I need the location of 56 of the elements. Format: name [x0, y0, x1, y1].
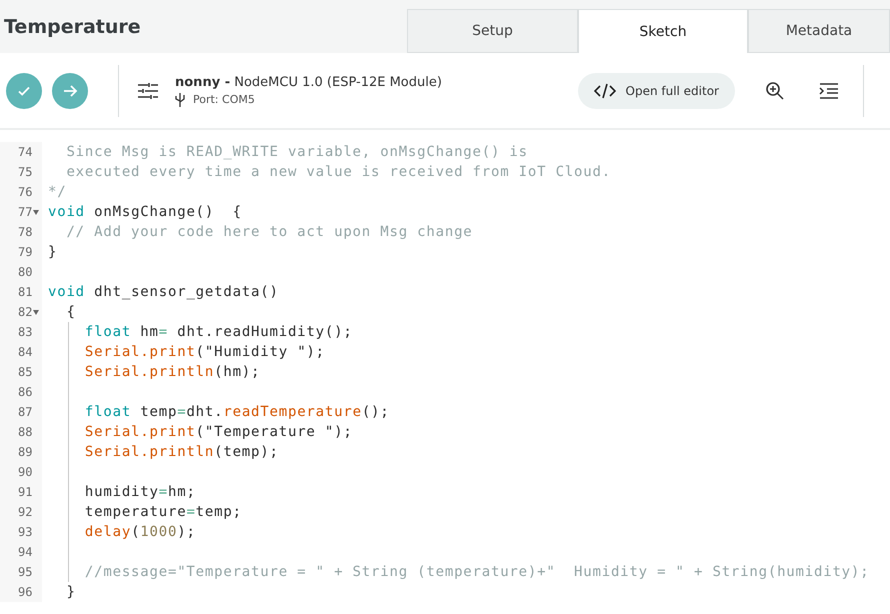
fold-caret-icon[interactable] — [33, 210, 40, 214]
code-line: temperature=temp; — [84, 504, 242, 520]
code-line: //message="Temperature = " + String (temperature)+" Humidity = " + String(humidity); — [84, 564, 870, 580]
code-line: */ — [48, 184, 66, 200]
code-line: executed every time a new value is received from IoT Cloud. — [65, 164, 611, 180]
code-line: // Add your code here to act upon Msg change — [65, 224, 473, 240]
line-number: 84 — [18, 344, 32, 361]
fold-caret-icon[interactable] — [33, 310, 40, 314]
code-line: Since Msg is READ_WRITE variable, onMsgChange() is — [65, 144, 528, 160]
line-number: 74 — [18, 144, 32, 161]
line-number: 75 — [18, 164, 32, 181]
line-number: 88 — [18, 424, 32, 441]
line-number: 80 — [18, 264, 32, 281]
line-number: 95 — [18, 564, 32, 581]
line-number: 93 — [18, 524, 32, 541]
indent-icon — [819, 82, 839, 100]
usb-icon — [175, 92, 185, 106]
line-number: 79 — [18, 244, 32, 261]
line-number: 82 — [18, 304, 32, 321]
code-line: } — [48, 244, 58, 260]
line-number: 91 — [18, 484, 32, 501]
code-line: float temp=dht.readTemperature(); — [84, 404, 390, 420]
code-line: float hm= dht.readHumidity(); — [84, 324, 353, 340]
line-number: 86 — [18, 384, 32, 401]
line-number: 89 — [18, 444, 32, 461]
line-number: 77 — [18, 204, 32, 221]
code-line: Serial.print("Humidity "); — [84, 344, 325, 360]
code-line: humidity=hm; — [84, 484, 196, 500]
line-number: 76 — [18, 184, 32, 201]
line-number: 78 — [18, 224, 32, 241]
line-number: 87 — [18, 404, 32, 421]
code-line: { — [65, 304, 76, 320]
code-brackets-icon — [594, 82, 616, 98]
line-number: 83 — [18, 324, 32, 341]
code-line: void onMsgChange() { — [48, 204, 242, 220]
tab[interactable]: Sketch — [578, 9, 748, 53]
tab[interactable]: Setup — [407, 9, 578, 53]
code-line: delay(1000); — [84, 524, 196, 540]
board-name: nonny - NodeMCU 1.0 (ESP-12E Module) — [175, 74, 442, 90]
code-line: void dht_sensor_getdata() — [48, 284, 279, 300]
sketch-title: Temperature — [3, 15, 142, 40]
line-number: 81 — [18, 284, 32, 301]
line-number: 85 — [18, 364, 32, 381]
settings-sliders-icon[interactable] — [137, 82, 159, 100]
line-number: 96 — [18, 584, 32, 601]
line-number: 90 — [18, 464, 32, 481]
open-editor-button[interactable]: Open full editor — [578, 72, 735, 108]
line-number: 94 — [18, 544, 32, 561]
code-line: Serial.println(temp); — [84, 444, 279, 460]
line-number: 92 — [18, 504, 32, 521]
tab[interactable]: Metadata — [748, 9, 890, 53]
code-line: } — [65, 584, 76, 600]
code-line: Serial.println(hm); — [84, 364, 260, 380]
code-line: Serial.print("Temperature "); — [84, 424, 353, 440]
port-label: Port: COM5 — [193, 93, 255, 106]
zoom-in-icon — [765, 80, 785, 100]
